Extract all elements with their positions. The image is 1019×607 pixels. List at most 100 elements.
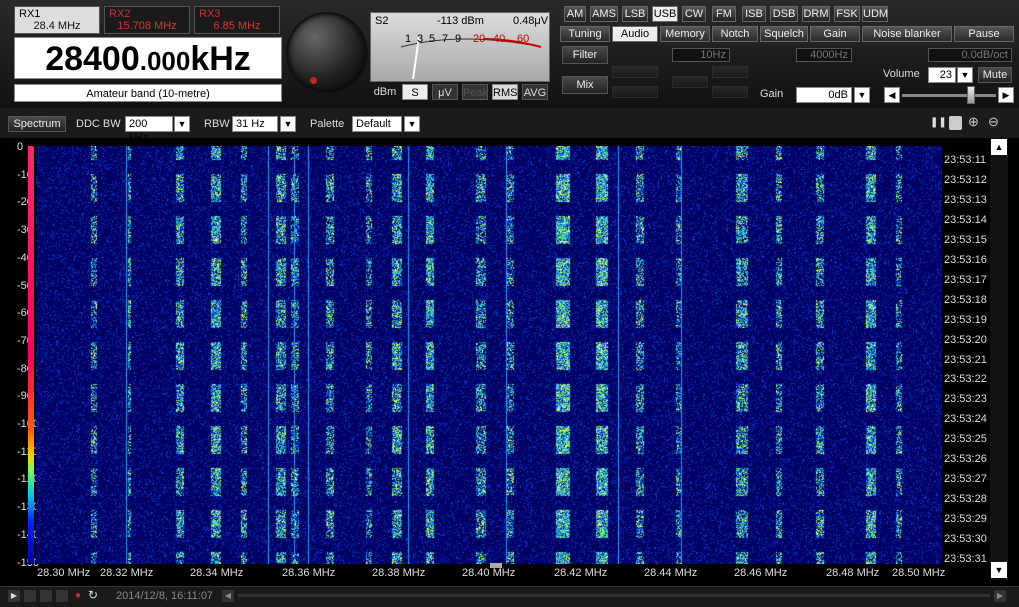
- frequency-tick: 28.30 MHz: [37, 567, 91, 579]
- tab-notch[interactable]: Notch: [712, 26, 758, 42]
- scroll-down-icon[interactable]: ▼: [991, 562, 1007, 578]
- time-tick: 23:53:27: [944, 473, 987, 486]
- mode-fm-button[interactable]: FM: [712, 6, 736, 22]
- tuning-knob[interactable]: [288, 14, 366, 92]
- volume-right-icon[interactable]: ▶: [998, 87, 1014, 103]
- filter-button[interactable]: Filter: [562, 46, 608, 64]
- rbw-select[interactable]: 31 Hz: [232, 116, 278, 132]
- time-tick: 23:53:12: [944, 173, 987, 186]
- gain-label: Gain: [760, 88, 784, 100]
- volume-left-icon[interactable]: ◀: [884, 87, 900, 103]
- amplitude-tick: -150: [0, 557, 39, 569]
- scroll-up-icon[interactable]: ▲: [991, 139, 1007, 155]
- meter-avg-button[interactable]: AVG: [522, 84, 548, 100]
- meter-rms-button[interactable]: RMS: [492, 84, 518, 100]
- tab-gain[interactable]: Gain: [810, 26, 860, 42]
- gain-dropdown-icon[interactable]: ▼: [854, 87, 870, 103]
- mode-usb-button[interactable]: USB: [652, 6, 678, 22]
- ddc-bw-label: DDC BW: [76, 118, 121, 130]
- time-tick: 23:53:11: [944, 154, 987, 166]
- meter-dbm-button[interactable]: dBm: [372, 84, 398, 100]
- mode-drm-button[interactable]: DRM: [802, 6, 830, 22]
- volume-slider[interactable]: [902, 94, 996, 97]
- mix-option-button[interactable]: [672, 76, 708, 88]
- mode-cw-button[interactable]: CW: [682, 6, 706, 22]
- center-marker[interactable]: [490, 563, 502, 568]
- mute-button[interactable]: Mute: [978, 67, 1012, 83]
- tab-noise-blanker[interactable]: Noise blanker: [862, 26, 952, 42]
- amplitude-tick: -100: [0, 418, 39, 430]
- rbw-dropdown-icon[interactable]: ▼: [280, 116, 296, 132]
- mix-button[interactable]: Mix: [562, 76, 608, 94]
- tab-audio[interactable]: Audio: [612, 26, 658, 42]
- frequency-display[interactable]: 28400.000kHz: [14, 37, 282, 79]
- frequency-unit: kHz: [190, 40, 251, 78]
- rbw-label: RBW: [204, 118, 230, 130]
- amplitude-tick: -70: [17, 334, 33, 347]
- meter-peak-button[interactable]: Peak: [462, 84, 488, 100]
- waterfall-scrollbar[interactable]: [990, 138, 1008, 580]
- mode-ams-button[interactable]: AMS: [590, 6, 618, 22]
- play-icon[interactable]: ▶: [8, 590, 20, 602]
- rx3-tab[interactable]: RX3 6.85 MHz: [194, 6, 280, 34]
- tab-squelch[interactable]: Squelch: [760, 26, 808, 42]
- time-tick: 23:53:29: [944, 513, 987, 526]
- record-icon[interactable]: ●: [72, 590, 84, 602]
- volume-slider-thumb[interactable]: [966, 86, 975, 104]
- filter-low-field[interactable]: 10Hz: [672, 48, 730, 62]
- palette-dropdown-icon[interactable]: ▼: [404, 116, 420, 132]
- gain-field[interactable]: 0dB: [796, 87, 852, 103]
- forward-icon[interactable]: [56, 590, 68, 602]
- tab-memory[interactable]: Memory: [660, 26, 710, 42]
- time-tick: 23:53:15: [944, 233, 987, 246]
- ddc-bw-dropdown-icon[interactable]: ▼: [174, 116, 190, 132]
- pause-icon[interactable]: ❚❚: [930, 117, 947, 129]
- amplitude-tick: -10: [17, 168, 33, 181]
- waterfall-display[interactable]: [36, 146, 942, 564]
- mix-option-button[interactable]: [712, 66, 748, 78]
- mix-option-button[interactable]: [612, 66, 658, 78]
- zoom-in-icon[interactable]: ⊕: [968, 114, 979, 130]
- palette-select[interactable]: Default: [352, 116, 402, 132]
- mode-isb-button[interactable]: ISB: [742, 6, 766, 22]
- rx2-tab[interactable]: RX2 15.708 MHz: [104, 6, 190, 34]
- meter-uv-button[interactable]: μV: [432, 84, 458, 100]
- stop-icon[interactable]: [24, 590, 36, 602]
- seek-right-icon[interactable]: ▶: [994, 590, 1006, 602]
- loop-icon[interactable]: ↻: [88, 588, 102, 602]
- zoom-out-icon[interactable]: ⊖: [988, 114, 999, 130]
- mode-dsb-button[interactable]: DSB: [770, 6, 798, 22]
- time-tick: 23:53:24: [944, 413, 987, 426]
- filter-slope-field[interactable]: 0.0dB/oct: [928, 48, 1012, 62]
- mix-option-button[interactable]: [712, 86, 748, 98]
- mix-option-button[interactable]: [612, 86, 658, 98]
- meter-dial: [400, 36, 542, 80]
- time-tick: 23:53:18: [944, 293, 987, 306]
- rx1-tab[interactable]: RX1 28.4 MHz: [14, 6, 100, 34]
- time-tick: 23:53:21: [944, 353, 987, 366]
- meter-s-button[interactable]: S: [402, 84, 428, 100]
- rx-name: RX1: [19, 8, 41, 20]
- seek-left-icon[interactable]: ◀: [222, 590, 234, 602]
- frequency-decimals: .000: [139, 46, 191, 76]
- save-icon[interactable]: [949, 116, 962, 130]
- spectrum-button[interactable]: Spectrum: [8, 116, 66, 132]
- amplitude-tick: 0: [17, 141, 24, 153]
- filter-high-field[interactable]: 4000Hz: [796, 48, 852, 62]
- band-label: Amateur band (10-metre): [14, 84, 282, 102]
- volume-dropdown-icon[interactable]: ▼: [957, 67, 973, 83]
- tab-pause[interactable]: Pause: [954, 26, 1014, 42]
- amplitude-tick: -80: [17, 362, 33, 375]
- tab-tuning[interactable]: Tuning: [560, 26, 610, 42]
- mode-udm-button[interactable]: UDM: [862, 6, 888, 22]
- amplitude-tick: -50: [17, 279, 33, 292]
- ddc-bw-select[interactable]: 200 kHz: [125, 116, 173, 144]
- mode-fsk-button[interactable]: FSK: [834, 6, 860, 22]
- mode-am-button[interactable]: AM: [564, 6, 586, 22]
- mode-lsb-button[interactable]: LSB: [622, 6, 648, 22]
- rewind-icon[interactable]: [40, 590, 52, 602]
- time-tick: 23:53:19: [944, 313, 987, 326]
- volume-field[interactable]: 23: [928, 67, 956, 83]
- seek-slider[interactable]: [238, 594, 990, 597]
- time-tick: 23:53:31: [944, 553, 987, 565]
